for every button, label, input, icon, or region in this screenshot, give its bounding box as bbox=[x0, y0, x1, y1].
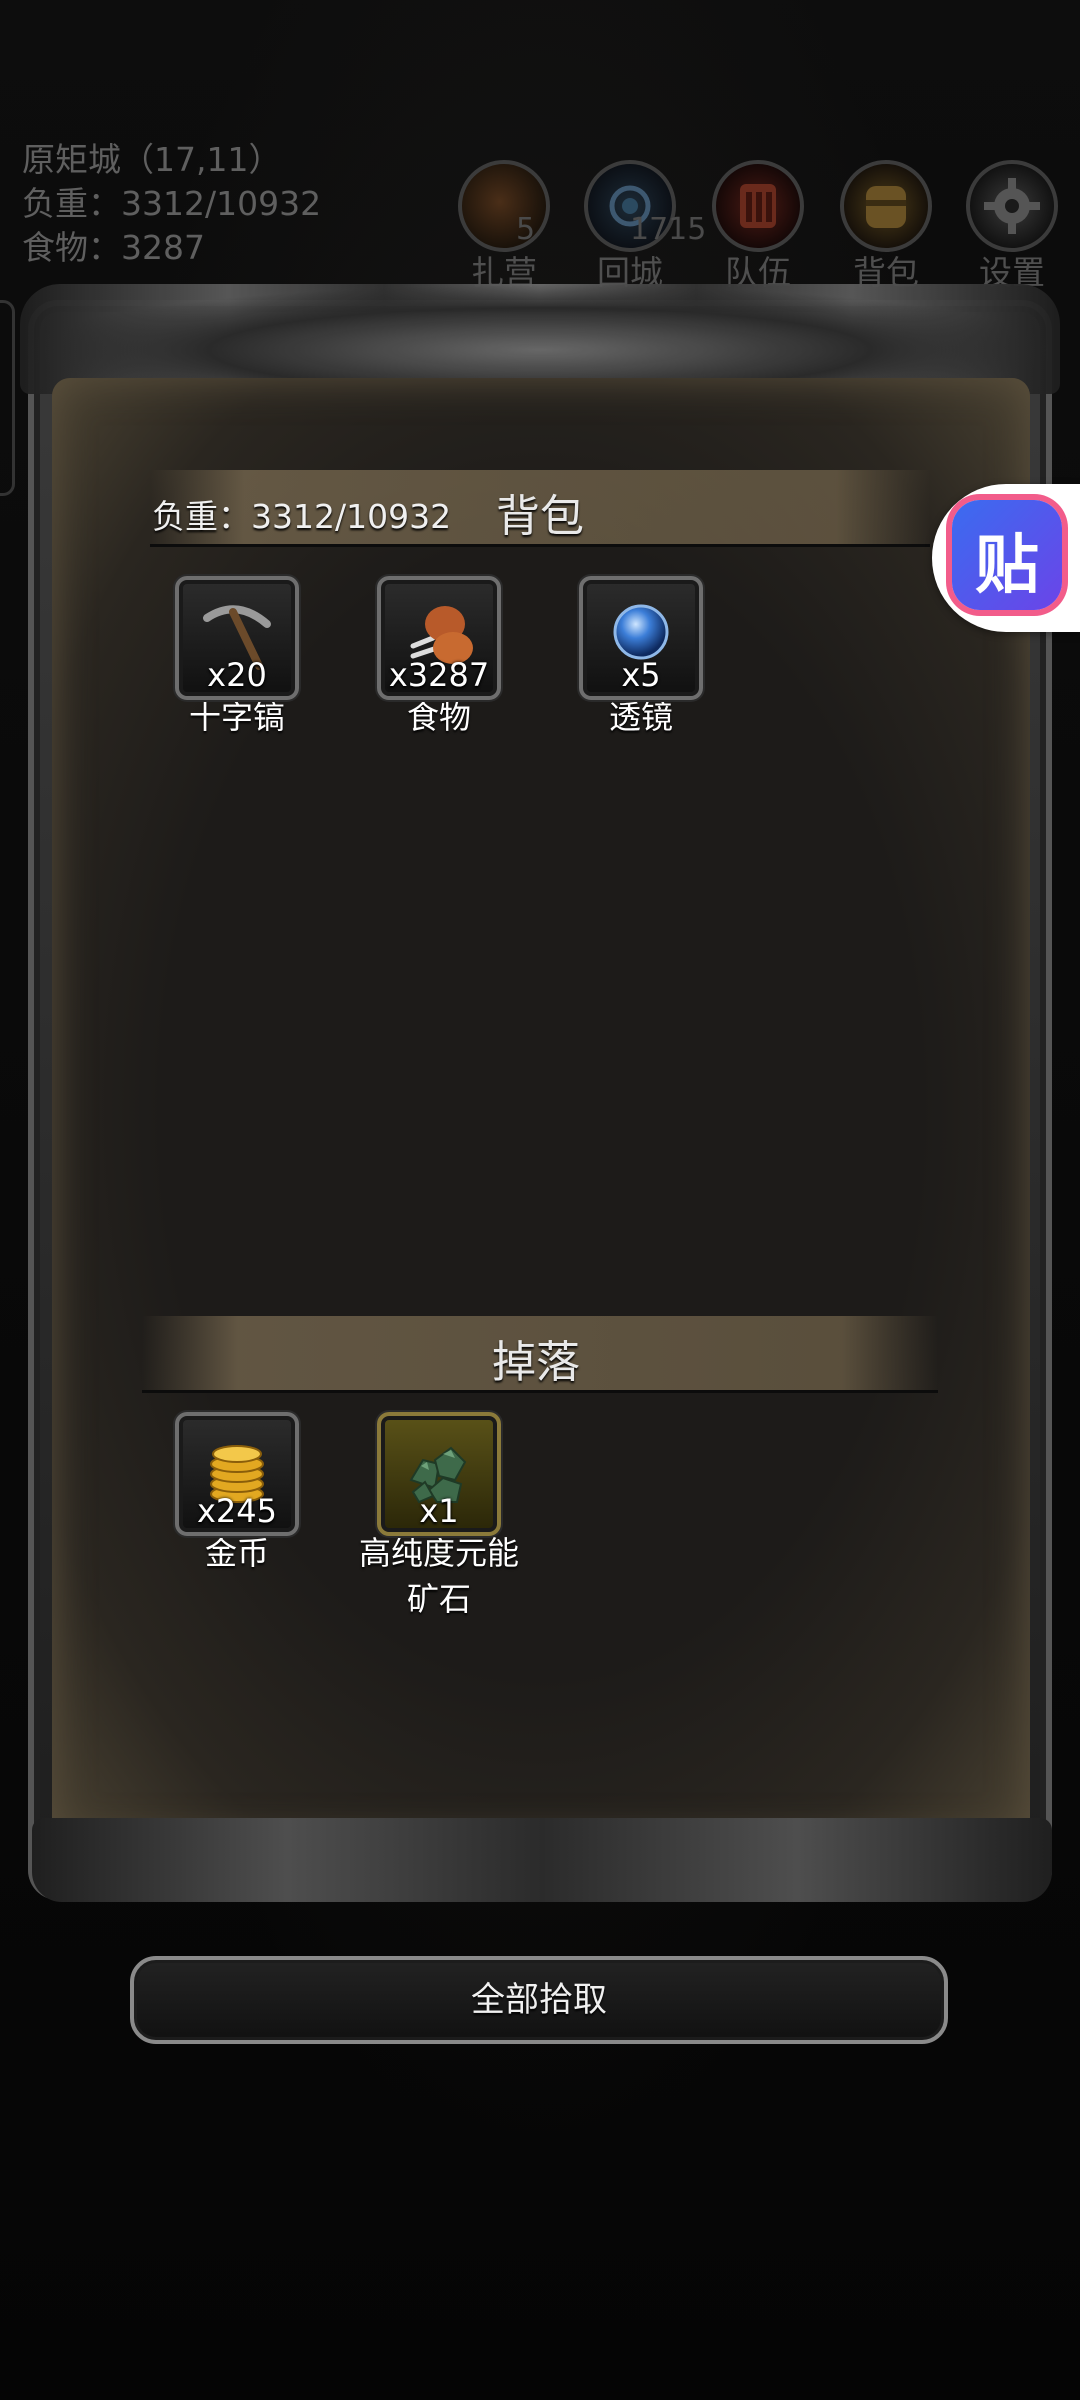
load-label: 负重：3312/10932 bbox=[22, 184, 322, 223]
team-icon bbox=[712, 160, 804, 252]
item-quantity: x5 bbox=[621, 656, 661, 694]
bag-section-header: 负重：3312/10932 背包 bbox=[150, 470, 930, 547]
camp-button[interactable]: 5 扎营 bbox=[454, 160, 554, 292]
item-name: 十字镐 bbox=[188, 698, 285, 736]
team-button[interactable]: 队伍 bbox=[708, 160, 808, 292]
floating-sticker-button[interactable]: 贴 bbox=[932, 484, 1080, 632]
item-slot: x1 bbox=[377, 1412, 501, 1536]
sticker-glyph: 贴 bbox=[975, 529, 1039, 603]
bag-item-pickaxe[interactable]: x20 十字镐 bbox=[162, 576, 312, 740]
pickup-all-button[interactable]: 全部拾取 bbox=[130, 1956, 948, 2044]
bag-item-lens[interactable]: x5 透镜 bbox=[566, 576, 716, 740]
side-drawer-tab[interactable] bbox=[0, 300, 15, 496]
item-quantity: x3287 bbox=[388, 656, 490, 694]
item-slot: x20 bbox=[175, 576, 299, 700]
bag-load-label: 负重：3312/10932 bbox=[152, 497, 452, 536]
return-town-button[interactable]: 1715 回城 bbox=[580, 160, 706, 292]
backpack-icon bbox=[840, 160, 932, 252]
item-quantity: x20 bbox=[207, 656, 267, 694]
return-town-count: 1715 bbox=[630, 212, 707, 247]
location-label: 原矩城（17,11） bbox=[22, 140, 282, 179]
item-quantity: x1 bbox=[419, 1492, 459, 1530]
hud-info: 原矩城（17,11） 负重：3312/10932 食物：3287 bbox=[22, 138, 321, 270]
item-name: 透镜 bbox=[608, 698, 673, 736]
item-name: 食物 bbox=[406, 698, 471, 736]
camp-count: 5 bbox=[516, 212, 536, 247]
bag-title: 背包 bbox=[496, 491, 584, 542]
sticker-icon: 贴 bbox=[952, 500, 1062, 610]
hud-toolbar: 5 扎营 1715 回城 队伍 背包 设置 bbox=[454, 160, 1074, 292]
item-name: 金币 bbox=[204, 1534, 269, 1572]
gear-icon bbox=[966, 160, 1058, 252]
panel-ornament-bottom bbox=[32, 1818, 1052, 1902]
drop-item-gold[interactable]: x245 金币 bbox=[162, 1412, 312, 1576]
drop-title: 掉落 bbox=[492, 1337, 580, 1388]
item-slot: x3287 bbox=[377, 576, 501, 700]
drop-item-ore[interactable]: x1 高纯度元能矿石 bbox=[349, 1412, 529, 1622]
bag-item-food[interactable]: x3287 食物 bbox=[364, 576, 514, 740]
campfire-icon bbox=[458, 160, 550, 252]
item-name: 高纯度元能矿石 bbox=[358, 1534, 519, 1618]
item-slot: x5 bbox=[579, 576, 703, 700]
item-slot: x245 bbox=[175, 1412, 299, 1536]
drop-section-header: 掉落 bbox=[142, 1316, 938, 1393]
food-label: 食物：3287 bbox=[22, 228, 205, 267]
backpack-button[interactable]: 背包 bbox=[836, 160, 936, 292]
item-quantity: x245 bbox=[196, 1492, 277, 1530]
settings-button[interactable]: 设置 bbox=[962, 160, 1062, 292]
